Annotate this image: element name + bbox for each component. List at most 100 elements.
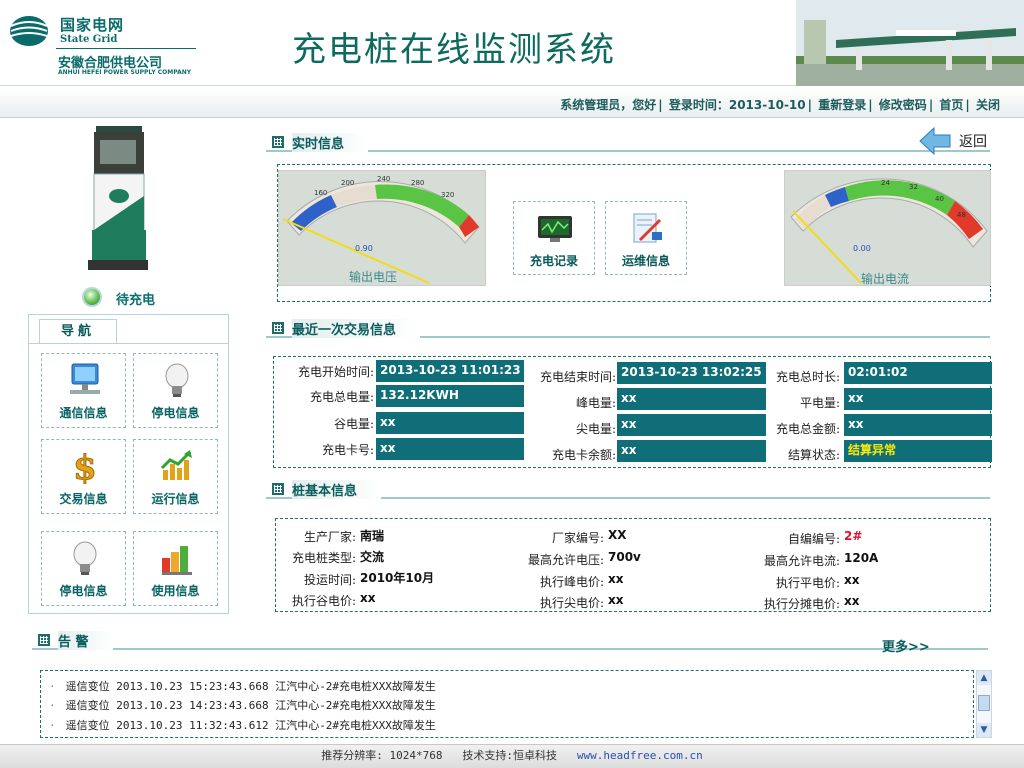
current-tick: 32 [909, 183, 918, 191]
bi-value: 120A [844, 551, 879, 565]
footer-support: 技术支持:恒卓科技 [462, 749, 557, 762]
nav-item-usage[interactable]: 使用信息 [133, 531, 218, 606]
relogin-link[interactable]: 重新登录 [818, 98, 866, 112]
scroll-thumb[interactable] [978, 695, 990, 711]
navigation-panel: 导航 通信信息 停电信息 $ 交易信息 运行信息 停电信息 使用信息 [28, 314, 229, 614]
current-readout: 0.00 [853, 244, 871, 253]
maintenance-info-button[interactable]: 运维信息 [605, 201, 687, 275]
voltage-gauge: 0.90 输出电压 160 200 240 280 320 [278, 170, 486, 286]
footer-url[interactable]: www.headfree.com.cn [577, 749, 703, 762]
nav-item-communication[interactable]: 通信信息 [41, 353, 126, 428]
bi-label: 厂家编号: [551, 531, 604, 545]
lightbulb-icon [165, 363, 189, 397]
logo-en-text: State Grid [60, 34, 118, 45]
tx-value: 2013-10-23 13:02:25 [617, 362, 766, 384]
alarm-item[interactable]: · 遥信变位 2013.10.23 15:23:43.668 江汽中心-2#充电桩… [49, 678, 436, 694]
charging-record-button[interactable]: 充电记录 [513, 201, 595, 275]
bi-value: 南瑞 [360, 529, 385, 543]
section-icon [38, 634, 50, 646]
tx-label: 充电卡号: [321, 443, 374, 457]
bi-label: 最高允许电流: [763, 554, 840, 568]
change-password-link[interactable]: 修改密码 [879, 98, 927, 112]
tx-value: 02:01:02 [844, 362, 992, 384]
bi-label: 执行尖电价: [539, 596, 604, 610]
tx-label: 峰电量: [575, 396, 616, 410]
alarm-item[interactable]: · 遥信变位 2013.10.23 11:32:43.612 江汽中心-2#充电桩… [49, 717, 436, 733]
footer-resolution: 推荐分辨率: 1024*768 [321, 749, 443, 762]
nav-item-outage[interactable]: 停电信息 [133, 353, 218, 428]
scroll-up-icon[interactable]: ▲ [977, 671, 991, 685]
svg-text:$: $ [73, 448, 97, 484]
page-title: 充电桩在线监测系统 [292, 30, 616, 70]
top-toolbar: 系统管理员，您好 | 登录时间：2013-10-10 | 重新登录 | 修改密码 | 首… [0, 88, 1024, 118]
nav-item-outage-2[interactable]: 停电信息 [41, 531, 126, 606]
login-time-label: 登录时间： [668, 98, 729, 112]
bi-label: 执行分摊电价: [763, 597, 840, 611]
toolbar-links: 系统管理员，您好 | 登录时间：2013-10-10 | 重新登录 | 修改密码 | 首… [560, 98, 1000, 112]
section-title: 实时信息 [292, 133, 369, 152]
close-link[interactable]: 关闭 [976, 98, 1000, 112]
bi-value: 交流 [360, 550, 385, 564]
voltage-tick: 320 [441, 191, 454, 199]
tx-value: xx [844, 414, 992, 436]
quick-label: 运维信息 [621, 254, 670, 268]
tx-label: 充电总时长: [775, 370, 840, 384]
state-grid-logo-icon [10, 16, 48, 46]
nav-item-transaction[interactable]: $ 交易信息 [41, 439, 126, 514]
tx-value: 132.12KWH [376, 385, 524, 407]
greeting-text: 系统管理员，您好 [560, 98, 657, 112]
charging-station-photo [796, 0, 1024, 86]
alarm-section-header: 告 警 [32, 628, 988, 650]
transaction-section-header: 最近一次交易信息 [266, 316, 990, 338]
app-root: 国家电网 State Grid 安徽合肥供电公司 ANHUI HEFEI POW… [0, 0, 1024, 768]
voltage-tick: 200 [341, 179, 354, 187]
logo-cn-text: 国家电网 [60, 16, 125, 34]
section-title: 桩基本信息 [292, 480, 382, 499]
tx-label: 充电总电量: [309, 390, 374, 404]
bi-value: xx [360, 591, 376, 605]
bi-value: 2# [844, 529, 863, 543]
nav-item-label: 交易信息 [59, 492, 108, 506]
scroll-down-icon[interactable]: ▼ [977, 723, 991, 737]
nav-item-label: 停电信息 [59, 584, 108, 598]
realtime-section-header: 实时信息 [266, 130, 990, 152]
settlement-status-value: 结算异常 [844, 440, 992, 462]
current-tick: 48 [957, 211, 966, 219]
section-icon [272, 322, 284, 334]
tx-value: xx [617, 414, 766, 436]
current-tick: 24 [881, 179, 890, 187]
bi-label: 投运时间: [303, 573, 356, 587]
logo-divider [56, 48, 196, 49]
alarm-item[interactable]: · 遥信变位 2013.10.23 14:23:43.668 江汽中心-2#充电桩… [49, 697, 436, 713]
voltage-label: 输出电压 [349, 269, 397, 284]
quick-label: 充电记录 [529, 254, 578, 268]
bi-label: 最高允许电压: [527, 553, 604, 567]
bi-value: xx [608, 593, 624, 607]
alarm-scrollbar[interactable]: ▲ ▼ [976, 670, 992, 738]
tools-icon [633, 213, 662, 243]
bi-value: xx [844, 573, 860, 587]
back-button[interactable]: 返回 [918, 126, 998, 156]
bi-label: 执行峰电价: [539, 575, 604, 589]
tx-value: xx [376, 412, 524, 434]
header: 国家电网 State Grid 安徽合肥供电公司 ANHUI HEFEI POW… [0, 0, 1024, 86]
bi-value: xx [844, 594, 860, 608]
nav-item-operation[interactable]: 运行信息 [133, 439, 218, 514]
home-link[interactable]: 首页 [939, 98, 963, 112]
bi-value: XX [608, 528, 627, 542]
nav-item-label: 使用信息 [151, 584, 200, 598]
bar-chart-icon [162, 546, 192, 575]
section-icon [272, 483, 284, 495]
status-label: 待充电 [116, 293, 156, 308]
bi-value: xx [608, 572, 624, 586]
bi-label: 执行谷电价: [291, 594, 356, 608]
tx-label: 充电结束时间: [539, 370, 616, 384]
tx-label: 充电总金额: [775, 422, 840, 436]
back-label: 返回 [959, 134, 987, 150]
basic-info-section-header: 桩基本信息 [266, 477, 990, 499]
more-alarms-link[interactable]: 更多>> [882, 636, 930, 655]
company-logo: 国家电网 State Grid 安徽合肥供电公司 ANHUI HEFEI POW… [6, 10, 206, 80]
computer-icon [70, 363, 100, 394]
alarm-list: · 遥信变位 2013.10.23 15:23:43.668 江汽中心-2#充电桩… [40, 670, 974, 738]
current-tick: 40 [935, 195, 944, 203]
